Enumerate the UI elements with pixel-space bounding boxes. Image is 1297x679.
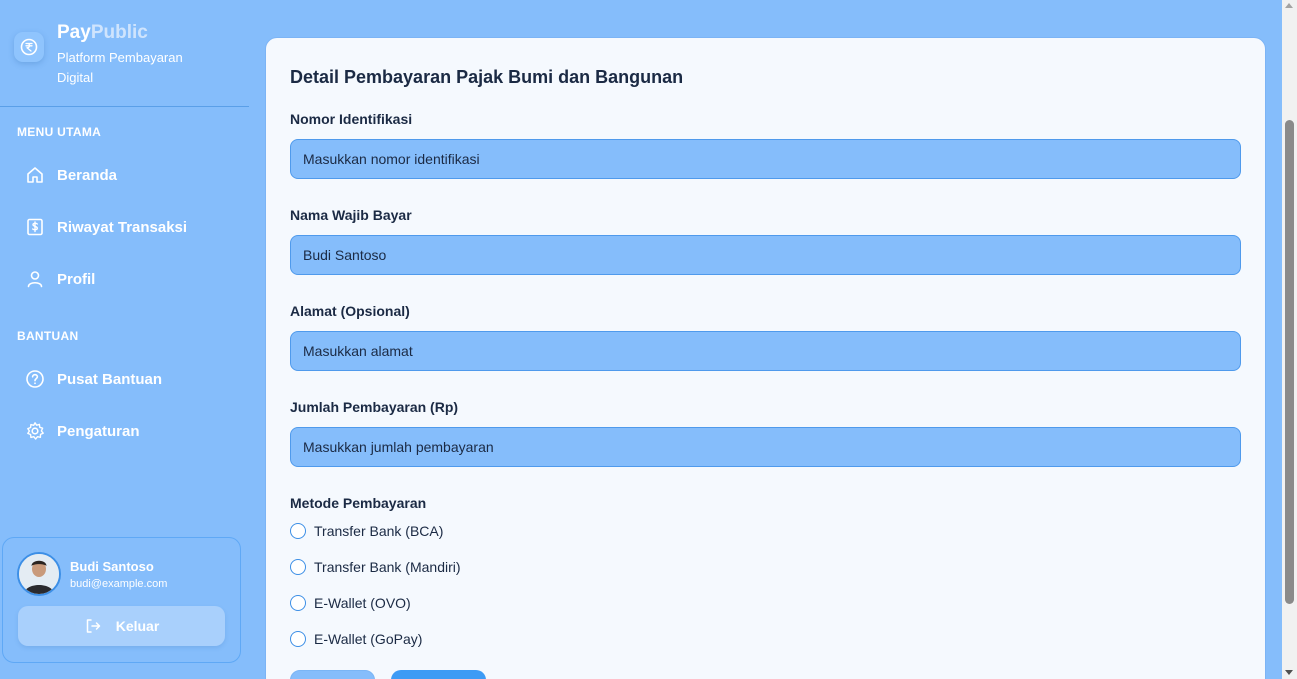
alamat-label: Alamat (Opsional) bbox=[290, 303, 410, 319]
radio-button[interactable] bbox=[290, 559, 306, 575]
payment-option-label: E-Wallet (GoPay) bbox=[314, 631, 423, 647]
app-root: PayPublic Platform Pembayaran Digital ME… bbox=[0, 0, 1297, 679]
receipt-dollar-icon bbox=[25, 217, 45, 237]
payment-option-label: E-Wallet (OVO) bbox=[314, 595, 411, 611]
radio-button[interactable] bbox=[290, 595, 306, 611]
brand-name-pay: Pay bbox=[57, 22, 91, 43]
nama-wajib-bayar-input[interactable] bbox=[290, 235, 1241, 275]
metode-pembayaran-label: Metode Pembayaran bbox=[290, 495, 427, 511]
sidebar-item-label: Profil bbox=[57, 270, 96, 288]
sidebar-divider bbox=[0, 106, 249, 107]
payment-form-card: Detail Pembayaran Pajak Bumi dan Banguna… bbox=[265, 37, 1266, 679]
gear-icon bbox=[25, 421, 45, 441]
payment-option-gopay[interactable]: E-Wallet (GoPay) bbox=[290, 629, 422, 649]
nomor-identifikasi-label: Nomor Identifikasi bbox=[290, 111, 413, 127]
page-title: Detail Pembayaran Pajak Bumi dan Banguna… bbox=[290, 67, 684, 87]
payment-option-label: Transfer Bank (Mandiri) bbox=[314, 559, 461, 575]
user-card: Budi Santoso budi@example.com Keluar bbox=[2, 537, 241, 663]
sidebar-item-pusat-bantuan[interactable]: Pusat Bantuan bbox=[17, 359, 237, 399]
brand-name-public: Public bbox=[90, 22, 148, 43]
alamat-input[interactable] bbox=[290, 331, 1241, 371]
jumlah-pembayaran-label: Jumlah Pembayaran (Rp) bbox=[290, 399, 459, 415]
home-icon bbox=[25, 165, 45, 185]
question-circle-icon bbox=[25, 369, 45, 389]
sidebar-item-label: Beranda bbox=[57, 166, 118, 184]
logout-icon bbox=[84, 617, 102, 635]
nomor-identifikasi-input[interactable] bbox=[290, 139, 1241, 179]
section-title-help: BANTUAN bbox=[17, 329, 79, 343]
brand-name: PayPublic bbox=[57, 22, 148, 44]
sidebar-item-riwayat-transaksi[interactable]: Riwayat Transaksi bbox=[17, 207, 237, 247]
nama-wajib-bayar-label: Nama Wajib Bayar bbox=[290, 207, 412, 223]
payment-option-label: Transfer Bank (BCA) bbox=[314, 523, 444, 539]
user-icon bbox=[25, 269, 45, 289]
brand[interactable]: PayPublic Platform Pembayaran Digital bbox=[13, 22, 243, 85]
sidebar-item-pengaturan[interactable]: Pengaturan bbox=[17, 411, 237, 451]
logout-label: Keluar bbox=[115, 618, 160, 634]
submit-button[interactable] bbox=[391, 670, 486, 679]
radio-button[interactable] bbox=[290, 631, 306, 647]
page-scrollbar[interactable] bbox=[1282, 0, 1297, 679]
sidebar: PayPublic Platform Pembayaran Digital ME… bbox=[0, 0, 250, 679]
user-email: budi@example.com bbox=[70, 578, 168, 590]
payment-option-bca[interactable]: Transfer Bank (BCA) bbox=[290, 521, 443, 541]
rupee-coin-icon bbox=[14, 32, 44, 62]
scrollbar-thumb[interactable] bbox=[1285, 120, 1294, 604]
sidebar-item-profil[interactable]: Profil bbox=[17, 259, 237, 299]
scroll-up-arrow-icon[interactable] bbox=[1285, 3, 1293, 8]
sidebar-item-label: Pusat Bantuan bbox=[57, 370, 163, 388]
back-button[interactable] bbox=[290, 670, 375, 679]
payment-option-ovo[interactable]: E-Wallet (OVO) bbox=[290, 593, 411, 613]
avatar[interactable] bbox=[17, 552, 61, 596]
sidebar-item-label: Riwayat Transaksi bbox=[57, 218, 188, 236]
brand-subtitle: Platform Pembayaran Digital bbox=[57, 50, 183, 85]
user-name: Budi Santoso bbox=[70, 559, 154, 574]
radio-button[interactable] bbox=[290, 523, 306, 539]
sidebar-item-label: Pengaturan bbox=[57, 422, 140, 440]
scroll-down-arrow-icon[interactable] bbox=[1285, 670, 1293, 675]
section-title-main-menu: MENU UTAMA bbox=[17, 125, 102, 139]
sidebar-item-beranda[interactable]: Beranda bbox=[17, 155, 237, 195]
jumlah-pembayaran-input[interactable] bbox=[290, 427, 1241, 467]
top-cutoff-text bbox=[307, 0, 315, 4]
logout-button[interactable]: Keluar bbox=[18, 606, 225, 646]
payment-option-mandiri[interactable]: Transfer Bank (Mandiri) bbox=[290, 557, 461, 577]
